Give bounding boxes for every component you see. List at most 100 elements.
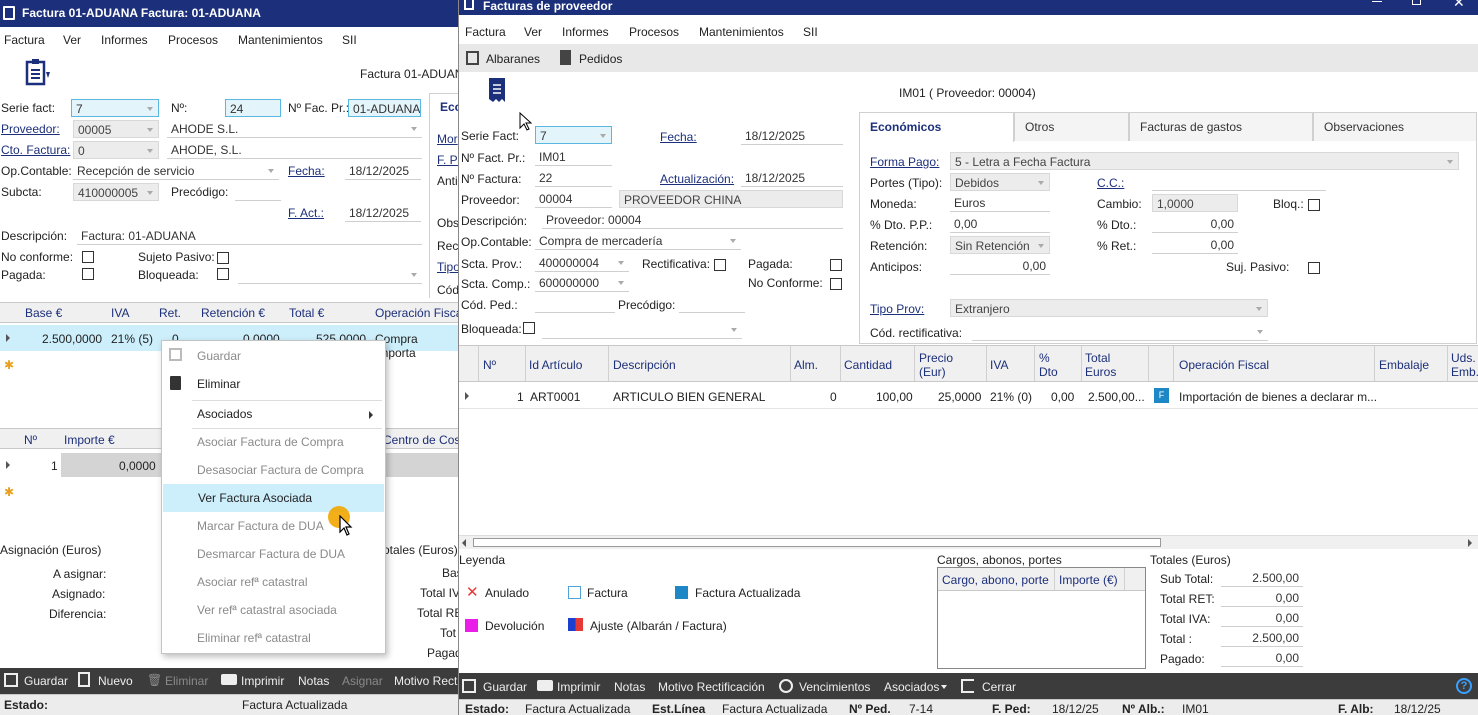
- pagada-checkbox[interactable]: [82, 268, 94, 280]
- albaranes-button[interactable]: Albaranes: [486, 52, 540, 66]
- print-button[interactable]: Imprimir: [557, 680, 600, 694]
- tipoprov-label[interactable]: Tipo Prov:: [870, 302, 924, 316]
- menu-informes[interactable]: Informes: [562, 25, 609, 39]
- ctx-guardar[interactable]: Guardar: [162, 342, 385, 370]
- print-button[interactable]: Imprimir: [241, 674, 284, 688]
- tab-otros[interactable]: Otros: [1014, 112, 1129, 141]
- proveedor-code[interactable]: 00004: [535, 190, 612, 208]
- ret-input[interactable]: 0,00: [1152, 236, 1238, 254]
- save-button[interactable]: Guardar: [483, 680, 527, 694]
- opcontable-select[interactable]: Recepción de servicio: [73, 162, 279, 180]
- ctx-asociar-compra[interactable]: Asociar Factura de Compra: [162, 428, 385, 456]
- tab-observaciones[interactable]: Observaciones: [1313, 112, 1477, 141]
- fecha-input[interactable]: 18/12/2025: [345, 162, 421, 180]
- precodigo-input[interactable]: [235, 183, 281, 201]
- tipoprov-select[interactable]: Extranjero: [950, 299, 1268, 317]
- ctx-ver-factura-asociada[interactable]: Ver Factura Asociada: [163, 484, 384, 512]
- cto-select[interactable]: 0: [73, 141, 159, 159]
- serie-select[interactable]: 7: [71, 99, 159, 117]
- vencimientos-button[interactable]: Vencimientos: [799, 680, 870, 694]
- menu-sii[interactable]: SII: [803, 25, 818, 39]
- cc-label[interactable]: C.C.:: [1097, 176, 1124, 190]
- sujpasivo-checkbox[interactable]: [1308, 262, 1320, 274]
- motivo-button[interactable]: Motivo Rectificación: [658, 680, 765, 694]
- help-icon[interactable]: ?: [1456, 678, 1472, 694]
- notes-button[interactable]: Notas: [298, 674, 329, 688]
- asociados-button[interactable]: Asociados: [884, 680, 939, 694]
- ctx-ver-catastral[interactable]: Ver refª catastral asociada: [162, 596, 385, 624]
- nfactura-input[interactable]: 22: [535, 169, 612, 187]
- descripcion-input[interactable]: Proveedor: 00004: [542, 211, 843, 229]
- cto-label[interactable]: Cto. Factura:: [1, 143, 70, 157]
- dto-input[interactable]: 0,00: [1152, 215, 1238, 233]
- tab-facturas-gastos[interactable]: Facturas de gastos: [1129, 112, 1313, 141]
- descripcion-input[interactable]: Factura: 01-ADUANA: [77, 227, 422, 245]
- maximize-icon[interactable]: [1412, 0, 1421, 5]
- nfactpr-input[interactable]: IM01: [535, 148, 612, 166]
- subcta-select[interactable]: 410000005: [73, 183, 159, 201]
- motivo-button[interactable]: Motivo Rect: [394, 674, 457, 688]
- fecha-label[interactable]: Fecha:: [288, 164, 325, 178]
- dtopp-input[interactable]: 0,00: [950, 215, 1050, 233]
- cc-input[interactable]: [1152, 173, 1326, 191]
- actualizacion-label[interactable]: Actualización:: [660, 172, 734, 186]
- delete-button[interactable]: Eliminar: [165, 674, 208, 688]
- menu-mantenimientos[interactable]: Mantenimientos: [238, 33, 323, 47]
- noconforme-checkbox[interactable]: [82, 251, 94, 263]
- formapago-label[interactable]: Forma Pago:: [870, 155, 939, 169]
- assign-button[interactable]: Asignar: [342, 674, 383, 688]
- menu-factura[interactable]: Factura: [4, 33, 45, 47]
- scroll-thumb[interactable]: [473, 538, 1161, 547]
- sujeto-checkbox[interactable]: [217, 252, 229, 264]
- fecha-input[interactable]: 18/12/2025: [741, 127, 843, 145]
- close-icon[interactable]: ✕: [1453, 0, 1465, 11]
- proveedor-code[interactable]: 00005: [73, 120, 159, 138]
- fact-input[interactable]: 18/12/2025: [345, 204, 421, 222]
- codrect-select[interactable]: [972, 323, 1268, 341]
- ctx-asociar-catastral[interactable]: Asociar refª catastral: [162, 568, 385, 596]
- bloq-checkbox[interactable]: [1308, 199, 1320, 211]
- scroll-right-icon[interactable]: [1468, 539, 1472, 547]
- actualizacion-input[interactable]: 18/12/2025: [741, 169, 843, 187]
- ctx-desasociar-compra[interactable]: Desasociar Factura de Compra: [162, 456, 385, 484]
- save-button[interactable]: Guardar: [24, 674, 68, 688]
- serie-select[interactable]: 7: [535, 126, 612, 144]
- menu-ver[interactable]: Ver: [63, 33, 81, 47]
- precodigo-input[interactable]: [679, 295, 745, 313]
- menu-ver[interactable]: Ver: [524, 25, 542, 39]
- ctx-eliminar[interactable]: Eliminar: [162, 370, 385, 398]
- bloqueada-select[interactable]: [542, 321, 742, 339]
- anticipos-input[interactable]: 0,00: [950, 257, 1050, 275]
- fact-label[interactable]: F. Act.:: [288, 206, 324, 220]
- menu-informes[interactable]: Informes: [101, 33, 148, 47]
- sctaprov-select[interactable]: 400000004: [535, 254, 629, 272]
- bloqueada-checkbox[interactable]: [217, 268, 229, 280]
- menu-procesos[interactable]: Procesos: [629, 25, 679, 39]
- sctacomp-select[interactable]: 600000000: [535, 274, 629, 292]
- tab-economicos[interactable]: Económicos: [859, 112, 1014, 142]
- menu-mantenimientos[interactable]: Mantenimientos: [699, 25, 784, 39]
- minimize-icon[interactable]: [1372, 1, 1382, 2]
- scroll-left-icon[interactable]: [462, 539, 466, 547]
- ctx-desmarcar-dua[interactable]: Desmarcar Factura de DUA: [162, 540, 385, 568]
- pagada-checkbox[interactable]: [830, 259, 842, 271]
- new-button[interactable]: Nuevo: [98, 674, 133, 688]
- horizontal-scrollbar[interactable]: [459, 535, 1478, 549]
- bloqueada-checkbox[interactable]: [523, 322, 535, 334]
- ctx-eliminar-catastral[interactable]: Eliminar refª catastral: [162, 624, 385, 652]
- side-tab-economicos[interactable]: Eco: [440, 100, 460, 114]
- formapago-select[interactable]: 5 - Letra a Fecha Factura: [950, 152, 1459, 170]
- proveedor-label[interactable]: Proveedor:: [1, 122, 60, 136]
- retencion-select[interactable]: Sin Retención: [950, 236, 1050, 254]
- bloqueada-select[interactable]: [238, 266, 422, 284]
- menu-sii[interactable]: SII: [342, 33, 357, 47]
- codped-input[interactable]: [535, 295, 615, 313]
- menu-factura[interactable]: Factura: [465, 25, 506, 39]
- menu-procesos[interactable]: Procesos: [168, 33, 218, 47]
- portes-select[interactable]: Debidos: [950, 173, 1050, 191]
- rectificativa-checkbox[interactable]: [714, 259, 726, 271]
- table-row[interactable]: 1 ART0001 ARTICULO BIEN GENERAL 0 100,00…: [459, 383, 1478, 409]
- nfacpr-input[interactable]: 01-ADUANA: [348, 99, 421, 117]
- opcontable-select[interactable]: Compra de mercadería: [535, 232, 741, 250]
- fecha-label[interactable]: Fecha:: [660, 130, 697, 144]
